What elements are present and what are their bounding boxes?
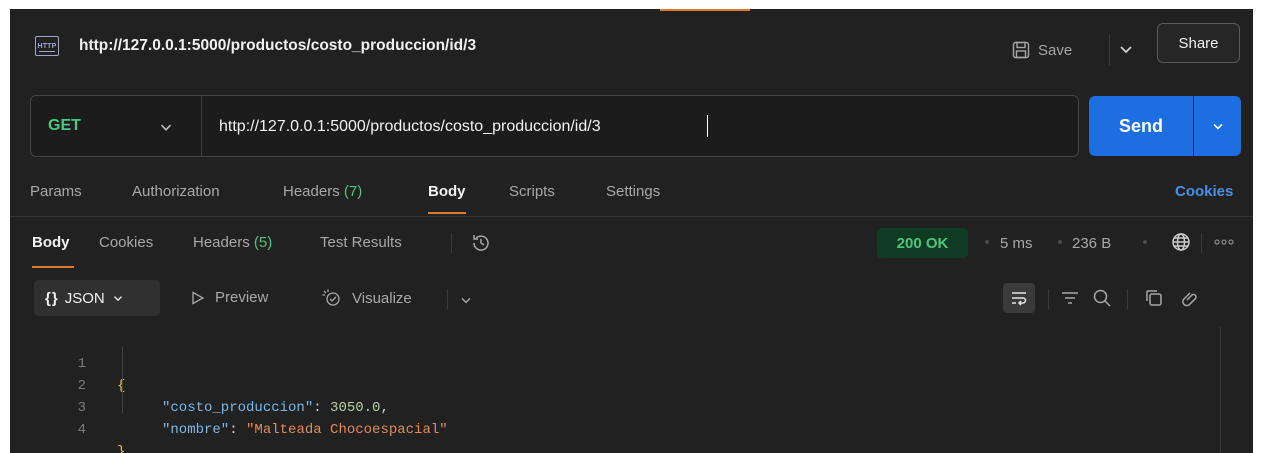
separator-dot (1143, 240, 1147, 244)
divider (447, 289, 448, 309)
visualize-icon (322, 289, 340, 306)
response-tab-cookies[interactable]: Cookies (99, 234, 153, 251)
save-icon (1012, 41, 1030, 59)
save-button[interactable]: Save (1011, 32, 1105, 68)
request-tabs: Params Authorization Headers (7) Body Sc… (10, 169, 1253, 217)
copy-icon[interactable] (1143, 287, 1165, 309)
status-badge[interactable]: 200 OK (877, 228, 968, 258)
tab-scripts[interactable]: Scripts (509, 183, 555, 200)
format-label: JSON (64, 289, 105, 307)
indent-guide (122, 347, 123, 413)
divider (1127, 289, 1128, 309)
line-number: 4 (77, 422, 86, 438)
link-icon[interactable] (1178, 287, 1200, 309)
separator-dot (1058, 240, 1062, 244)
response-tab-headers[interactable]: Headers (5) (193, 234, 272, 251)
tab-count: (7) (343, 183, 363, 200)
tab-headers[interactable]: Headers (7) (283, 183, 362, 200)
divider (451, 233, 452, 253)
scrollbar[interactable] (1220, 327, 1221, 453)
tab-label: Authorization (132, 183, 220, 200)
tab-label: Scripts (509, 183, 555, 200)
http-icon: HTTP (35, 36, 59, 56)
share-button[interactable]: Share (1157, 23, 1240, 63)
method-divider (201, 96, 202, 156)
play-icon (192, 290, 205, 305)
save-label: Save (1038, 41, 1073, 59)
tab-label: Params (30, 183, 82, 200)
response-tab-test-results[interactable]: Test Results (320, 234, 402, 251)
tab-body[interactable]: Body (428, 183, 466, 214)
save-divider (1109, 35, 1110, 65)
filter-icon[interactable] (1059, 287, 1081, 309)
cookies-link[interactable]: Cookies (1175, 183, 1233, 200)
tab-settings[interactable]: Settings (606, 183, 660, 200)
response-tab-body[interactable]: Body (32, 234, 74, 268)
code-line: 3 "nombre": "Malteada Chocoespacial" (10, 375, 1210, 438)
app-window: HTTP http://127.0.0.1:5000/productos/cos… (10, 9, 1253, 453)
tab-label: Body (32, 234, 70, 251)
globe-icon[interactable] (1170, 231, 1192, 253)
response-body-viewer[interactable]: 1 { 2 "costo_produccion": 3050.0, 3 "nom… (10, 325, 1253, 453)
format-select[interactable]: {} JSON (34, 280, 160, 316)
tab-label: Cookies (99, 234, 154, 251)
visualize-label: Visualize (352, 289, 412, 307)
request-title-bar: HTTP http://127.0.0.1:5000/productos/cos… (10, 9, 1253, 85)
chevron-down-icon[interactable] (157, 118, 175, 136)
chevron-down-icon (113, 296, 122, 302)
code-line: 1 { (10, 331, 1210, 394)
code-line: 2 "costo_produccion": 3050.0, (10, 353, 1210, 416)
tab-label: Settings (606, 183, 661, 200)
history-icon[interactable] (470, 232, 492, 254)
json-key: "nombre" (162, 422, 230, 438)
method-select[interactable]: GET (48, 117, 81, 135)
visualize-button[interactable]: Visualize (322, 289, 412, 307)
request-title[interactable]: http://127.0.0.1:5000/productos/costo_pr… (79, 37, 476, 55)
tab-label: Body (428, 183, 466, 200)
json-brace: } (117, 444, 126, 453)
tab-count: (5) (253, 234, 273, 251)
tab-authorization[interactable]: Authorization (132, 183, 220, 200)
preview-label: Preview (215, 289, 269, 306)
wrap-lines-button[interactable] (1003, 283, 1035, 313)
chevron-down-icon (1212, 123, 1223, 130)
request-bar: GET (30, 95, 1079, 157)
text-caret (707, 115, 708, 137)
tab-label: Headers (193, 234, 250, 251)
json-value: "Malteada Chocoespacial" (246, 422, 448, 438)
send-options-button[interactable] (1194, 96, 1241, 156)
json-braces-icon: {} (45, 289, 59, 307)
wrap-icon (1012, 292, 1027, 306)
send-button[interactable]: Send (1089, 96, 1193, 156)
separator-dot (985, 240, 989, 244)
response-tabs: Body Cookies Headers (5) Test Results (10, 217, 1253, 273)
more-icon[interactable] (1214, 238, 1234, 246)
tab-label: Headers (283, 183, 340, 200)
url-input[interactable] (219, 114, 1039, 140)
preview-button[interactable]: Preview (191, 289, 268, 306)
tab-label: Test Results (320, 234, 402, 251)
divider (1201, 233, 1202, 253)
search-icon[interactable] (1091, 287, 1113, 309)
code-line: 4 } (10, 397, 1210, 453)
chevron-down-icon[interactable] (458, 292, 474, 308)
response-time[interactable]: 5 ms (1000, 235, 1033, 252)
response-size[interactable]: 236 B (1072, 235, 1111, 252)
tab-params[interactable]: Params (30, 183, 82, 200)
divider (1048, 289, 1049, 309)
chevron-down-icon[interactable] (1116, 39, 1136, 59)
